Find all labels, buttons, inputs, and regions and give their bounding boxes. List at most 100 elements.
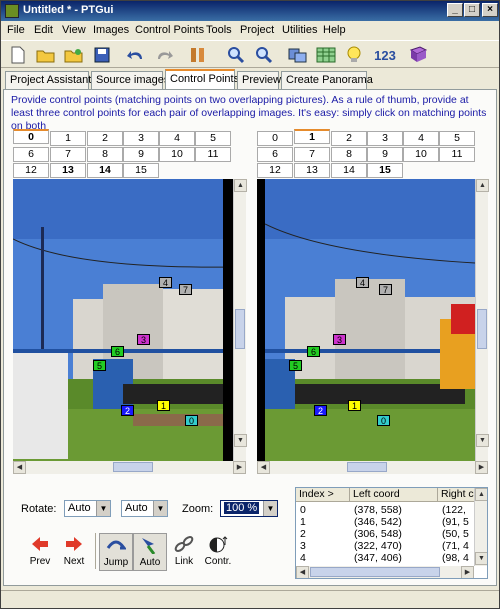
right-image-tab[interactable]: 15 [367,163,403,178]
column-header-left-coord[interactable]: Left coord [350,488,438,502]
left-image-tab[interactable]: 7 [50,147,86,162]
new-icon[interactable] [7,44,29,66]
undo-icon[interactable] [125,44,147,66]
tips-icon[interactable] [343,44,365,66]
zoom-out-icon[interactable] [253,44,275,66]
right-image-tab[interactable]: 1 [294,129,330,144]
cp-marker[interactable]: 4 [159,277,172,288]
right-image-tab[interactable]: 3 [367,131,403,146]
left-image-tab[interactable]: 12 [13,163,49,178]
contrast-button[interactable]: Contr. [201,533,235,571]
menu-edit[interactable]: Edit [34,24,53,36]
column-header-index[interactable]: Index > [296,488,350,502]
panorama-editor-icon[interactable] [287,44,309,66]
cp-marker[interactable]: 7 [179,284,192,295]
left-image-tab[interactable]: 14 [87,163,123,178]
right-image-tab[interactable]: 13 [294,163,330,178]
menu-tools[interactable]: Tools [206,24,232,36]
minimize-button[interactable]: _ [447,3,463,17]
table-vertical-scrollbar[interactable]: ▲ ▼ [474,488,487,566]
left-image-tab[interactable]: 10 [159,147,195,162]
left-image-tab[interactable]: 8 [87,147,123,162]
cp-marker[interactable]: 7 [379,284,392,295]
scroll-left-icon[interactable]: ◀ [13,461,26,474]
scroll-thumb[interactable] [347,462,387,472]
right-image-tab[interactable]: 7 [294,147,330,162]
right-image-tab[interactable]: 9 [367,147,403,162]
cp-marker[interactable]: 5 [93,360,106,371]
right-image-tab[interactable]: 8 [331,147,367,162]
scroll-down-icon[interactable]: ▼ [234,434,247,447]
cp-marker[interactable]: 4 [356,277,369,288]
menu-view[interactable]: View [62,24,86,36]
tab-control-points[interactable]: Control Points [165,69,239,90]
cp-marker[interactable]: 3 [137,334,150,345]
table-horizontal-scrollbar[interactable]: ◀ ▶ [296,566,474,578]
cp-marker[interactable]: 2 [314,405,327,416]
right-horizontal-scrollbar[interactable]: ◀ ▶ [257,461,488,474]
left-image-tab[interactable]: 0 [13,129,49,144]
left-photo[interactable]: 4 [13,179,233,461]
right-image-tab[interactable]: 0 [257,131,293,146]
left-image-tab[interactable]: 11 [195,147,231,162]
scroll-right-icon[interactable]: ▶ [233,461,246,474]
right-image-tab[interactable]: 10 [403,147,439,162]
right-image-tab[interactable]: 12 [257,163,293,178]
open-recent-icon[interactable] [63,44,85,66]
cp-marker[interactable]: 5 [289,360,302,371]
right-image-tab[interactable]: 6 [257,147,293,162]
cp-marker[interactable]: 6 [111,346,124,357]
cp-marker[interactable]: 0 [377,415,390,426]
scroll-thumb[interactable] [235,309,245,349]
chevron-down-icon[interactable]: ▼ [96,501,110,516]
left-image-tab[interactable]: 6 [13,147,49,162]
left-image-tab[interactable]: 4 [159,131,195,146]
prev-button[interactable]: Prev [23,533,57,571]
tab-source-images[interactable]: Source images [91,71,169,89]
right-image-tab[interactable]: 4 [403,131,439,146]
menu-utilities[interactable]: Utilities [282,24,317,36]
help-book-icon[interactable] [407,44,429,66]
left-image-tab[interactable]: 1 [50,131,86,146]
right-photo[interactable] [265,179,475,461]
right-image-view[interactable]: 4 7 3 6 5 2 1 0 [265,179,475,461]
cp-marker[interactable]: 1 [348,400,361,411]
save-icon[interactable] [91,44,113,66]
tab-create-panorama[interactable]: Create Panorama [281,71,373,89]
maximize-button[interactable]: □ [464,3,480,17]
scroll-thumb[interactable] [113,462,153,472]
redo-icon[interactable] [153,44,175,66]
menu-project[interactable]: Project [240,24,274,36]
left-image-tab[interactable]: 3 [123,131,159,146]
left-horizontal-scrollbar[interactable]: ◀ ▶ [13,461,246,474]
menu-help[interactable]: Help [323,24,346,36]
menu-control-points[interactable]: Control Points [135,24,204,36]
next-button[interactable]: Next [57,533,91,571]
tab-preview[interactable]: Preview [237,71,281,89]
left-image-tab[interactable]: 2 [87,131,123,146]
left-image-tab[interactable]: 15 [123,163,159,178]
control-points-table[interactable]: Index > Left coord Right c 0 (378, 558) … [295,487,488,579]
left-image-tab[interactable]: 9 [123,147,159,162]
tab-project-assistant[interactable]: Project Assistant [5,71,91,89]
numbers-icon[interactable]: 123 [371,44,399,66]
cp-marker[interactable]: 0 [185,415,198,426]
scroll-left-icon[interactable]: ◀ [296,566,309,578]
left-vertical-scrollbar[interactable]: ▲ ▼ [233,179,247,461]
scroll-left-icon[interactable]: ◀ [257,461,270,474]
cp-marker[interactable]: 3 [333,334,346,345]
left-image-tab[interactable]: 13 [50,163,86,178]
right-image-tab[interactable]: 2 [331,131,367,146]
table-icon[interactable] [315,44,337,66]
left-image-view[interactable]: 4 4 7 3 6 5 2 1 0 [13,179,233,461]
zoom-in-icon[interactable] [225,44,247,66]
left-image-tab[interactable]: 5 [195,131,231,146]
auto-button[interactable]: Auto [133,533,167,571]
scroll-up-icon[interactable]: ▲ [475,488,487,501]
close-button[interactable]: × [482,3,498,17]
link-button[interactable]: Link [167,533,201,571]
cp-marker[interactable]: 2 [121,405,134,416]
right-vertical-scrollbar[interactable]: ▲ ▼ [475,179,489,461]
scroll-thumb[interactable] [310,567,440,577]
right-image-tab[interactable]: 5 [439,131,475,146]
